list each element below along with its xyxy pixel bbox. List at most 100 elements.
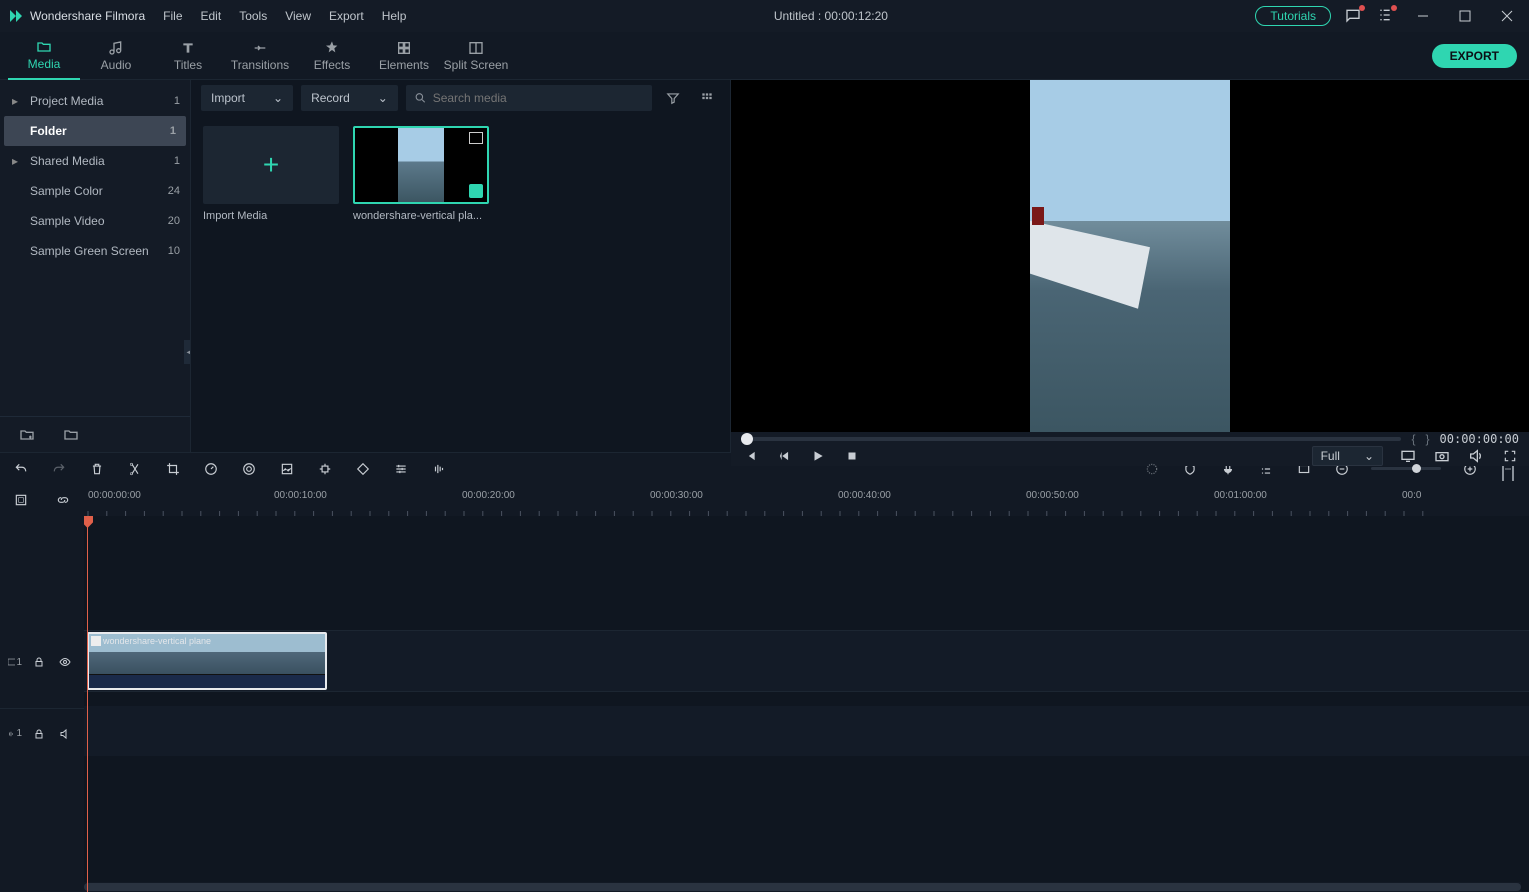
- new-folder-icon[interactable]: [14, 422, 40, 448]
- track-lock-icon[interactable]: [30, 653, 48, 671]
- messages-icon[interactable]: [1345, 7, 1363, 25]
- clip-name-label: wondershare-vertical plane: [103, 636, 211, 646]
- search-input[interactable]: [433, 91, 644, 105]
- color-icon[interactable]: [240, 460, 258, 478]
- import-media-tile[interactable]: + Import Media: [203, 126, 339, 222]
- track-lock-icon[interactable]: [30, 725, 48, 743]
- display-icon[interactable]: [1399, 447, 1417, 465]
- maximize-button[interactable]: [1451, 4, 1479, 28]
- tab-elements-label: Elements: [379, 58, 429, 72]
- track-visible-icon[interactable]: [56, 653, 74, 671]
- menu-export[interactable]: Export: [329, 9, 364, 23]
- sidebar-count: 10: [168, 245, 180, 257]
- chevron-down-icon: ⌄: [273, 91, 283, 105]
- sidebar-label: Folder: [26, 124, 170, 138]
- sidebar-item-sample-color[interactable]: Sample Color24: [0, 176, 190, 206]
- sidebar-item-folder[interactable]: Folder1: [4, 116, 186, 146]
- zoom-thumb[interactable]: [1412, 464, 1421, 473]
- clip-play-icon: [91, 636, 101, 646]
- tab-titles-label: Titles: [174, 58, 202, 72]
- tab-titles[interactable]: Titles: [152, 32, 224, 80]
- scrubber-thumb[interactable]: [741, 433, 753, 445]
- ruler-ticks: [84, 506, 1529, 516]
- folder-icon[interactable]: [58, 422, 84, 448]
- tab-transitions[interactable]: Transitions: [224, 32, 296, 80]
- sidebar-label: Sample Video: [12, 214, 168, 228]
- menu-edit[interactable]: Edit: [201, 9, 222, 23]
- adjust-icon[interactable]: [392, 460, 410, 478]
- sidebar-item-sample-video[interactable]: Sample Video20: [0, 206, 190, 236]
- prev-frame-icon[interactable]: [741, 447, 759, 465]
- ruler-label: 00:01:00:00: [1214, 490, 1267, 501]
- menu-file[interactable]: File: [163, 9, 182, 23]
- redo-icon[interactable]: [50, 460, 68, 478]
- crop-icon[interactable]: [164, 460, 182, 478]
- render-icon[interactable]: [1143, 460, 1161, 478]
- import-media-label: Import Media: [203, 210, 339, 222]
- motion-track-icon[interactable]: [316, 460, 334, 478]
- minimize-button[interactable]: [1409, 4, 1437, 28]
- tab-elements[interactable]: Elements: [368, 32, 440, 80]
- speed-icon[interactable]: [202, 460, 220, 478]
- tab-media[interactable]: Media: [8, 32, 80, 80]
- timeline-scrollbar[interactable]: [84, 882, 1521, 892]
- timeline-ruler[interactable]: 00:00:00:00 00:00:10:00 00:00:20:00 00:0…: [84, 484, 1529, 516]
- audio-lane[interactable]: [84, 706, 1529, 756]
- audio-track-icon: 1: [8, 728, 22, 739]
- video-lane[interactable]: wondershare-vertical plane: [84, 630, 1529, 692]
- delete-icon[interactable]: [88, 460, 106, 478]
- tab-audio[interactable]: Audio: [80, 32, 152, 80]
- export-button[interactable]: EXPORT: [1432, 44, 1517, 68]
- preview-viewport[interactable]: [731, 80, 1529, 432]
- tasks-icon[interactable]: [1377, 7, 1395, 25]
- close-button[interactable]: [1493, 4, 1521, 28]
- sidebar-count: 1: [174, 155, 180, 167]
- fullscreen-icon[interactable]: [1501, 447, 1519, 465]
- import-dropdown[interactable]: Import⌄: [201, 85, 293, 111]
- timeline-snap-icon[interactable]: [12, 491, 30, 509]
- sidebar-item-shared-media[interactable]: ▸Shared Media1: [0, 146, 190, 176]
- sidebar-label: Sample Green Screen: [12, 244, 168, 258]
- tab-splitscreen-label: Split Screen: [444, 58, 509, 72]
- preview-timecode: 00:00:00:00: [1440, 432, 1519, 446]
- sidebar-item-sample-green[interactable]: Sample Green Screen10: [0, 236, 190, 266]
- tab-splitscreen[interactable]: Split Screen: [440, 32, 512, 80]
- menu-tools[interactable]: Tools: [239, 9, 267, 23]
- mark-in-icon[interactable]: {: [1411, 432, 1415, 446]
- keyframe-icon[interactable]: [354, 460, 372, 478]
- zoom-slider[interactable]: [1371, 467, 1441, 470]
- grid-view-icon[interactable]: [694, 85, 720, 111]
- timeline-link-icon[interactable]: [54, 491, 72, 509]
- tutorials-button[interactable]: Tutorials: [1255, 6, 1331, 26]
- media-clip-tile[interactable]: wondershare-vertical pla...: [353, 126, 489, 222]
- split-icon[interactable]: [126, 460, 144, 478]
- sidebar-item-project-media[interactable]: ▸Project Media1: [0, 86, 190, 116]
- green-screen-icon[interactable]: [278, 460, 296, 478]
- ruler-label: 00:00:10:00: [274, 490, 327, 501]
- main-menu: File Edit Tools View Export Help: [163, 9, 406, 23]
- playhead[interactable]: [87, 516, 88, 892]
- preview-scrubber[interactable]: [741, 437, 1401, 441]
- mark-out-icon[interactable]: }: [1426, 432, 1430, 446]
- step-back-icon[interactable]: [775, 447, 793, 465]
- timeline-clip[interactable]: wondershare-vertical plane: [87, 632, 327, 690]
- menu-view[interactable]: View: [285, 9, 311, 23]
- chevron-down-icon: ⌄: [1364, 449, 1374, 463]
- media-browser: Import⌄ Record⌄ + Import Media wondersha…: [190, 80, 730, 452]
- tab-audio-label: Audio: [101, 58, 132, 72]
- record-dropdown[interactable]: Record⌄: [301, 85, 398, 111]
- tab-effects[interactable]: Effects: [296, 32, 368, 80]
- snapshot-icon[interactable]: [1433, 447, 1451, 465]
- volume-icon[interactable]: [1467, 447, 1485, 465]
- timeline-track-area[interactable]: wondershare-vertical plane: [84, 516, 1529, 892]
- menu-help[interactable]: Help: [382, 9, 407, 23]
- play-icon[interactable]: [809, 447, 827, 465]
- preview-quality-dropdown[interactable]: Full⌄: [1312, 446, 1383, 466]
- audio-enhance-icon[interactable]: [430, 460, 448, 478]
- stop-icon[interactable]: [843, 447, 861, 465]
- title-bar: Wondershare Filmora File Edit Tools View…: [0, 0, 1529, 32]
- search-media-box[interactable]: [406, 85, 652, 111]
- undo-icon[interactable]: [12, 460, 30, 478]
- track-mute-icon[interactable]: [56, 725, 74, 743]
- filter-icon[interactable]: [660, 85, 686, 111]
